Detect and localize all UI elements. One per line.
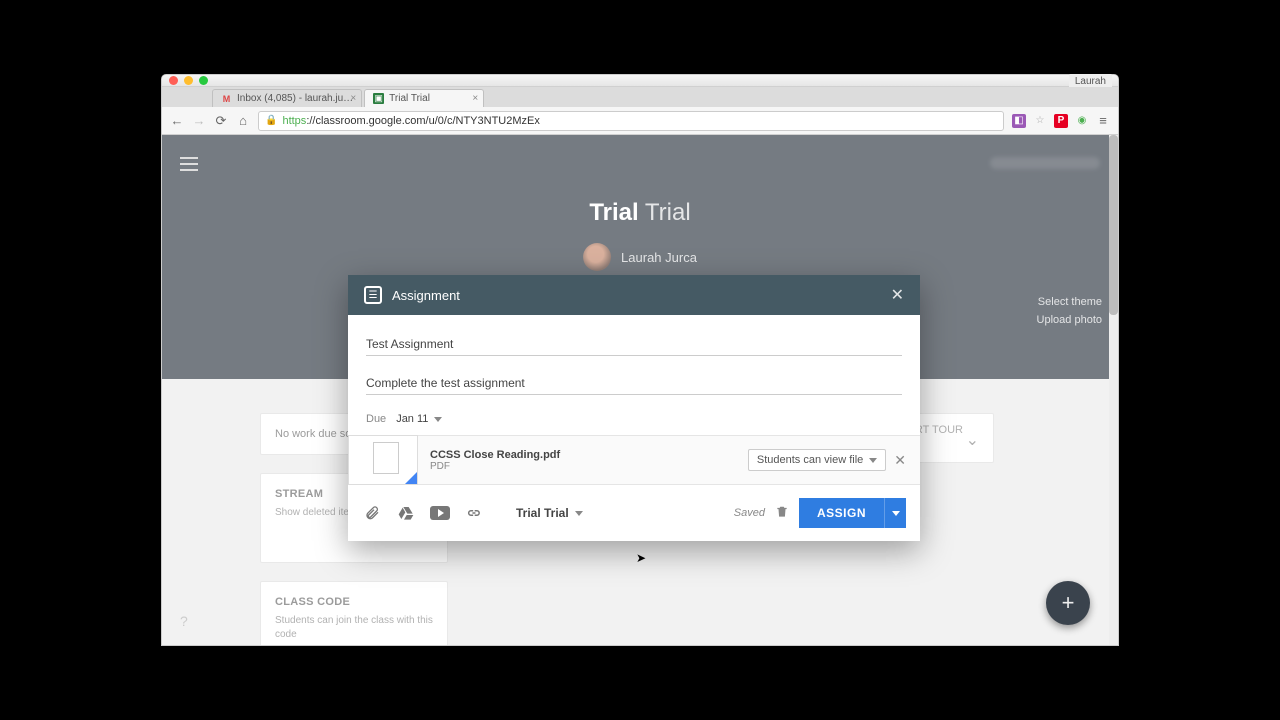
google-drive-icon[interactable]	[396, 503, 416, 523]
assign-button-group: ASSIGN	[799, 498, 906, 528]
create-fab[interactable]: +	[1046, 581, 1090, 625]
lock-icon: 🔒	[265, 115, 277, 126]
close-tab-icon[interactable]: ×	[472, 93, 478, 104]
remove-attachment-icon[interactable]: ✕	[894, 452, 906, 469]
gmail-icon: M	[221, 93, 232, 104]
browser-tabstrip: M Inbox (4,085) - laurah.ju… × ▣ Trial T…	[162, 87, 1118, 107]
assignment-title-input[interactable]	[366, 331, 902, 356]
delete-draft-icon[interactable]	[775, 505, 789, 522]
window-zoom-icon[interactable]	[199, 76, 208, 85]
window-titlebar: Laurah	[162, 75, 1118, 87]
assignment-instructions-input[interactable]	[366, 370, 902, 395]
due-date-picker[interactable]: Jan 11	[396, 413, 442, 425]
close-tab-icon[interactable]: ×	[350, 93, 356, 104]
page-content: Trial Trial Laurah Jurca Select theme Up…	[162, 135, 1118, 645]
chevron-down-icon	[575, 511, 583, 516]
tab-label: Inbox (4,085) - laurah.ju…	[237, 93, 353, 104]
browser-tab-classroom[interactable]: ▣ Trial Trial ×	[364, 89, 484, 107]
browser-toolbar: ← → ⟳ ⌂ 🔒 https://classroom.google.com/u…	[162, 107, 1118, 135]
attach-file-icon[interactable]	[362, 503, 382, 523]
address-bar[interactable]: 🔒 https://classroom.google.com/u/0/c/NTY…	[258, 111, 1004, 131]
bookmark-star-icon[interactable]: ☆	[1033, 114, 1047, 128]
assignment-icon: ☰	[364, 286, 382, 304]
dialog-title: Assignment	[392, 288, 460, 303]
assign-options-button[interactable]	[884, 498, 906, 528]
window-minimize-icon[interactable]	[184, 76, 193, 85]
dialog-header: ☰ Assignment ✕	[348, 275, 920, 315]
browser-tab-gmail[interactable]: M Inbox (4,085) - laurah.ju… ×	[212, 89, 362, 107]
chrome-menu-icon[interactable]: ≡	[1096, 114, 1110, 128]
chevron-down-icon	[434, 417, 442, 422]
attachment-thumbnail[interactable]	[348, 435, 418, 485]
home-button[interactable]: ⌂	[236, 114, 250, 128]
chevron-down-icon	[869, 458, 877, 463]
assignment-dialog: ☰ Assignment ✕ Due Jan 11	[348, 275, 920, 541]
link-icon[interactable]	[464, 503, 484, 523]
scrollbar-thumb[interactable]	[1109, 135, 1118, 315]
url-host: classroom.google.com	[315, 115, 425, 127]
tab-label: Trial Trial	[389, 93, 430, 104]
due-label: Due	[366, 413, 386, 425]
forward-button[interactable]: →	[192, 114, 206, 128]
class-selector[interactable]: Trial Trial	[516, 506, 583, 520]
window-close-icon[interactable]	[169, 76, 178, 85]
youtube-icon[interactable]	[430, 503, 450, 523]
mouse-cursor-icon: ➤	[636, 551, 646, 565]
classroom-icon: ▣	[373, 93, 384, 104]
pinterest-icon[interactable]: P	[1054, 114, 1068, 128]
extension-icon[interactable]: ◧	[1012, 114, 1026, 128]
back-button[interactable]: ←	[170, 114, 184, 128]
attachment-type: PDF	[430, 461, 560, 472]
assign-button[interactable]: ASSIGN	[799, 498, 884, 528]
help-button[interactable]: ?	[180, 613, 188, 629]
url-path: /u/0/c/NTY3NTU2MzEx	[426, 115, 540, 127]
attachment-row: CCSS Close Reading.pdf PDF Students can …	[348, 435, 920, 485]
dialog-footer: Trial Trial Saved ASSIGN	[348, 485, 920, 541]
reload-button[interactable]: ⟳	[214, 114, 228, 128]
close-icon[interactable]: ✕	[891, 285, 904, 305]
browser-window: Laurah M Inbox (4,085) - laurah.ju… × ▣ …	[162, 75, 1118, 645]
extension-icon-2[interactable]: ◉	[1075, 114, 1089, 128]
attachment-permission-select[interactable]: Students can view file	[748, 449, 886, 471]
saved-status: Saved	[734, 507, 765, 519]
attachment-name[interactable]: CCSS Close Reading.pdf	[430, 449, 560, 461]
